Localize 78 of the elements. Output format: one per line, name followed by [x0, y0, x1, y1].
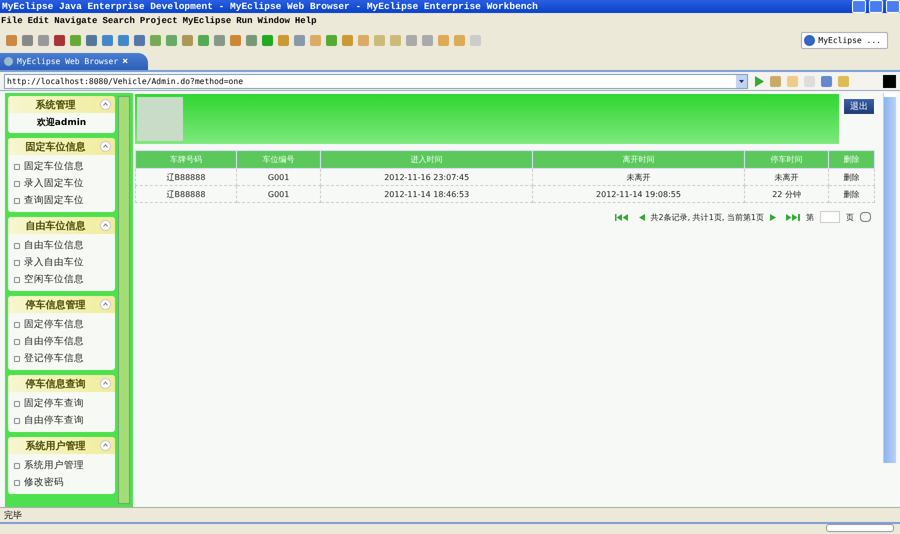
sidebar-link[interactable]: 固定车位信息 [8, 158, 115, 175]
menu-item[interactable]: Navigate [53, 16, 102, 26]
collapse-icon[interactable] [100, 99, 111, 110]
section-header[interactable]: 自由车位信息 [8, 217, 115, 234]
column-header: 车牌号码 [136, 150, 236, 168]
menu-item[interactable]: Search [101, 16, 139, 26]
sidebar-link[interactable]: 系统用户管理 [8, 457, 115, 474]
table-cell: 未离开 [744, 168, 829, 186]
toolbar-icon[interactable] [883, 74, 896, 88]
go-icon[interactable] [754, 76, 764, 86]
delete-link[interactable]: 删除 [828, 186, 874, 202]
section-header[interactable]: 固定车位信息 [8, 138, 115, 155]
previous-page-icon[interactable] [638, 214, 645, 220]
sidebar-link[interactable]: 固定停车查询 [8, 395, 115, 412]
table-cell: 2012-11-14 19:08:55 [532, 186, 744, 202]
table-cell: G001 [236, 168, 321, 186]
scrollbar[interactable] [883, 93, 896, 463]
collapse-icon[interactable] [100, 440, 111, 451]
table-cell: 22 分钟 [744, 186, 829, 202]
collapse-icon[interactable] [100, 141, 111, 152]
sidebar-link[interactable]: 录入自由车位 [8, 254, 115, 271]
sidebar-link[interactable]: 空闲车位信息 [8, 271, 115, 288]
table-cell: 2012-11-14 18:46:53 [320, 186, 533, 202]
column-header: 车位编号 [236, 150, 321, 168]
collapse-icon[interactable] [100, 378, 111, 389]
menu-item[interactable]: MyEclipse [182, 16, 236, 26]
table-cell: G001 [236, 186, 321, 202]
logout-button[interactable]: 退出 [843, 98, 875, 115]
sidebar-link[interactable]: 录入固定车位 [8, 175, 115, 192]
column-header: 删除 [828, 150, 874, 168]
table-cell: 辽B88888 [136, 186, 236, 202]
logo-placeholder [137, 97, 183, 141]
page-input[interactable] [820, 211, 840, 223]
menu-item[interactable]: Help [294, 16, 320, 26]
menu-item[interactable]: Run [235, 16, 256, 26]
column-header: 进入时间 [320, 150, 533, 168]
status-text: 完毕 [0, 507, 900, 522]
next-page-icon[interactable] [770, 214, 776, 220]
scrollbar[interactable] [118, 96, 130, 504]
menu-item[interactable]: Edit [26, 16, 54, 26]
table-cell: 未离开 [532, 168, 744, 186]
menu-item[interactable]: File [0, 16, 27, 26]
first-page-icon[interactable] [614, 214, 629, 220]
sidebar-link[interactable]: 查询固定车位 [8, 192, 115, 209]
page-label: 页 [846, 212, 854, 222]
collapse-icon[interactable] [100, 299, 111, 310]
sidebar-link[interactable]: 自由停车信息 [8, 333, 115, 350]
sidebar-link[interactable]: 登记停车信息 [8, 350, 115, 367]
menu-item[interactable]: Window [256, 16, 294, 26]
sidebar-link[interactable]: 固定停车信息 [8, 316, 115, 333]
pager-summary: 共2条记录, 共计1页, 当前第1页 [650, 212, 764, 222]
sidebar-link[interactable]: 自由停车查询 [8, 412, 115, 429]
menu-item[interactable]: Project [138, 16, 182, 26]
window-title: MyEclipse Java Enterprise Development - MyEclipse Web Browser - MyEclipse Enterprise Workbench [2, 1, 539, 12]
close-button[interactable] [886, 0, 900, 13]
go-icon[interactable] [860, 212, 871, 222]
editor-tab[interactable]: MyEclipse Web Browser × [0, 53, 148, 70]
address-field[interactable]: http://localhost:8080/Vehicle/Admin.do?method=one [4, 74, 748, 88]
table-cell: 2012-11-16 23:07:45 [320, 168, 533, 186]
status-trim-field [826, 524, 894, 532]
page-label: 第 [806, 212, 814, 222]
maximize-button[interactable] [869, 0, 883, 13]
minimize-button[interactable] [852, 0, 866, 13]
section-header[interactable]: 停车信息管理 [8, 296, 115, 313]
column-header: 停车时间 [744, 150, 829, 168]
sidebar-link[interactable]: 修改密码 [8, 474, 115, 491]
section-header[interactable]: 系统管理 [8, 96, 115, 113]
sidebar-link[interactable]: 自由车位信息 [8, 237, 115, 254]
section-header[interactable]: 系统用户管理 [8, 437, 115, 454]
welcome-text: 欢迎admin [36, 116, 88, 130]
section-header[interactable]: 停车信息查询 [8, 375, 115, 392]
collapse-icon[interactable] [100, 220, 111, 231]
perspective-button[interactable]: MyEclipse ... [801, 32, 888, 48]
last-page-icon[interactable] [786, 214, 800, 220]
column-header: 离开时间 [532, 150, 744, 168]
table-cell: 辽B88888 [136, 168, 236, 186]
globe-icon [4, 57, 13, 66]
delete-link[interactable]: 删除 [828, 168, 874, 186]
